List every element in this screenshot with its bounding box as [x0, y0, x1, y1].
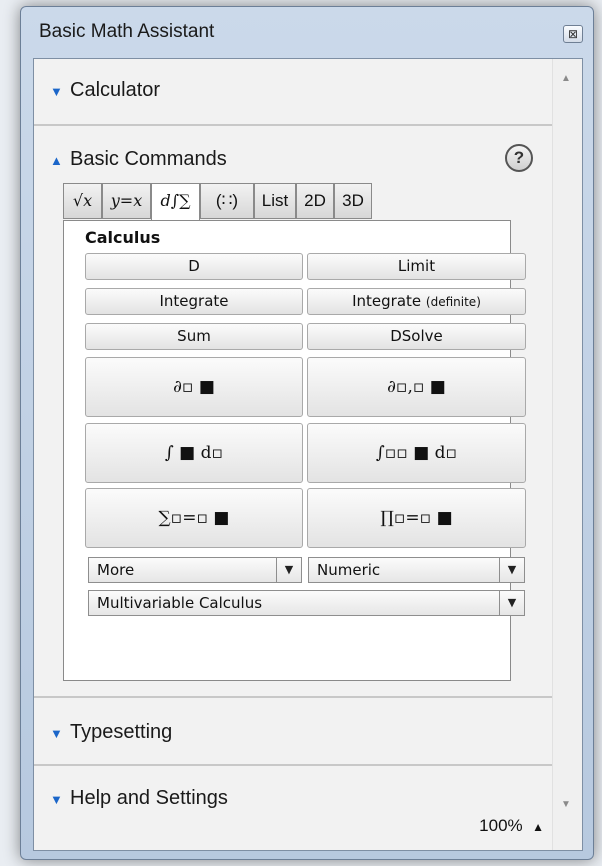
tab-functions[interactable]: y=x — [102, 183, 151, 219]
section-label: Basic Commands — [70, 148, 227, 170]
help-button[interactable]: ? — [505, 144, 533, 172]
summation-button[interactable]: ∑▫=▫ ■ — [85, 488, 303, 548]
close-icon[interactable]: ⊠ — [563, 25, 583, 43]
divider — [34, 696, 554, 698]
tab-matrices[interactable]: (∷) — [200, 183, 254, 219]
section-help-settings[interactable]: ▼ Help and Settings — [34, 787, 554, 810]
dropdown-arrow-icon: ▼ — [499, 591, 524, 615]
section-typesetting[interactable]: ▼ Typesetting — [34, 721, 554, 744]
dropdown-arrow-icon: ▼ — [499, 558, 524, 582]
title-bar[interactable]: Basic Math Assistant ⊠ — [21, 7, 593, 57]
multivariable-dropdown[interactable]: Multivariable Calculus ▼ — [88, 590, 525, 616]
sum-button[interactable]: Sum — [85, 323, 303, 350]
section-label: Typesetting — [70, 721, 173, 743]
tab-2d[interactable]: 2D — [296, 183, 334, 219]
limit-button[interactable]: Limit — [307, 253, 526, 280]
window-title: Basic Math Assistant — [39, 21, 215, 42]
indefinite-integral-button[interactable]: ∫ ■ d▫ — [85, 423, 303, 483]
divider — [34, 124, 554, 126]
scrollbar[interactable]: ▲ ▼ — [552, 59, 582, 850]
divider — [34, 764, 554, 766]
tab-roots[interactable]: √x — [63, 183, 102, 219]
calculus-panel: Calculus D Limit Integrate Integrate (de… — [63, 220, 526, 681]
dsolve-button[interactable]: DSolve — [307, 323, 526, 350]
zoom-arrow-icon: ▲ — [532, 820, 544, 834]
panel-title: Calculus — [85, 228, 161, 247]
d-button[interactable]: D — [85, 253, 303, 280]
tab-calculus[interactable]: d∫∑ — [151, 183, 200, 221]
palette-content: ▼ Calculator ▲ Basic Commands ? √x y=x d∫∑… — [33, 58, 583, 851]
section-calculator[interactable]: ▼ Calculator — [34, 79, 554, 102]
chevron-down-icon: ▼ — [50, 84, 63, 99]
scroll-down-icon[interactable]: ▼ — [561, 799, 571, 810]
definite-integral-button[interactable]: ∫▫▫ ■ d▫ — [307, 423, 526, 483]
numeric-dropdown[interactable]: Numeric ▼ — [308, 557, 525, 583]
more-dropdown[interactable]: More ▼ — [88, 557, 302, 583]
scroll-up-icon[interactable]: ▲ — [561, 73, 571, 84]
partial-multi-derivative-button[interactable]: ∂▫,▫ ■ — [307, 357, 526, 417]
product-button[interactable]: ∏▫=▫ ■ — [307, 488, 526, 548]
integrate-button[interactable]: Integrate — [85, 288, 303, 315]
section-basic-commands[interactable]: ▲ Basic Commands — [34, 148, 554, 171]
section-label: Calculator — [70, 79, 161, 101]
tab-list[interactable]: List — [254, 183, 296, 219]
section-label: Help and Settings — [70, 787, 228, 809]
palette-window: Basic Math Assistant ⊠ ▼ Calculator ▲ Basi… — [20, 6, 594, 860]
chevron-down-icon: ▼ — [50, 792, 63, 807]
partial-derivative-button[interactable]: ∂▫ ■ — [85, 357, 303, 417]
chevron-down-icon: ▼ — [50, 726, 63, 741]
section-list: ▼ Calculator ▲ Basic Commands ? √x y=x d∫∑… — [34, 59, 554, 850]
zoom-control[interactable]: 100% ▲ — [479, 816, 544, 836]
integrate-definite-button[interactable]: Integrate (definite) — [307, 288, 526, 315]
dropdown-arrow-icon: ▼ — [276, 558, 301, 582]
tab-3d[interactable]: 3D — [334, 183, 372, 219]
chevron-up-icon: ▲ — [50, 153, 63, 168]
